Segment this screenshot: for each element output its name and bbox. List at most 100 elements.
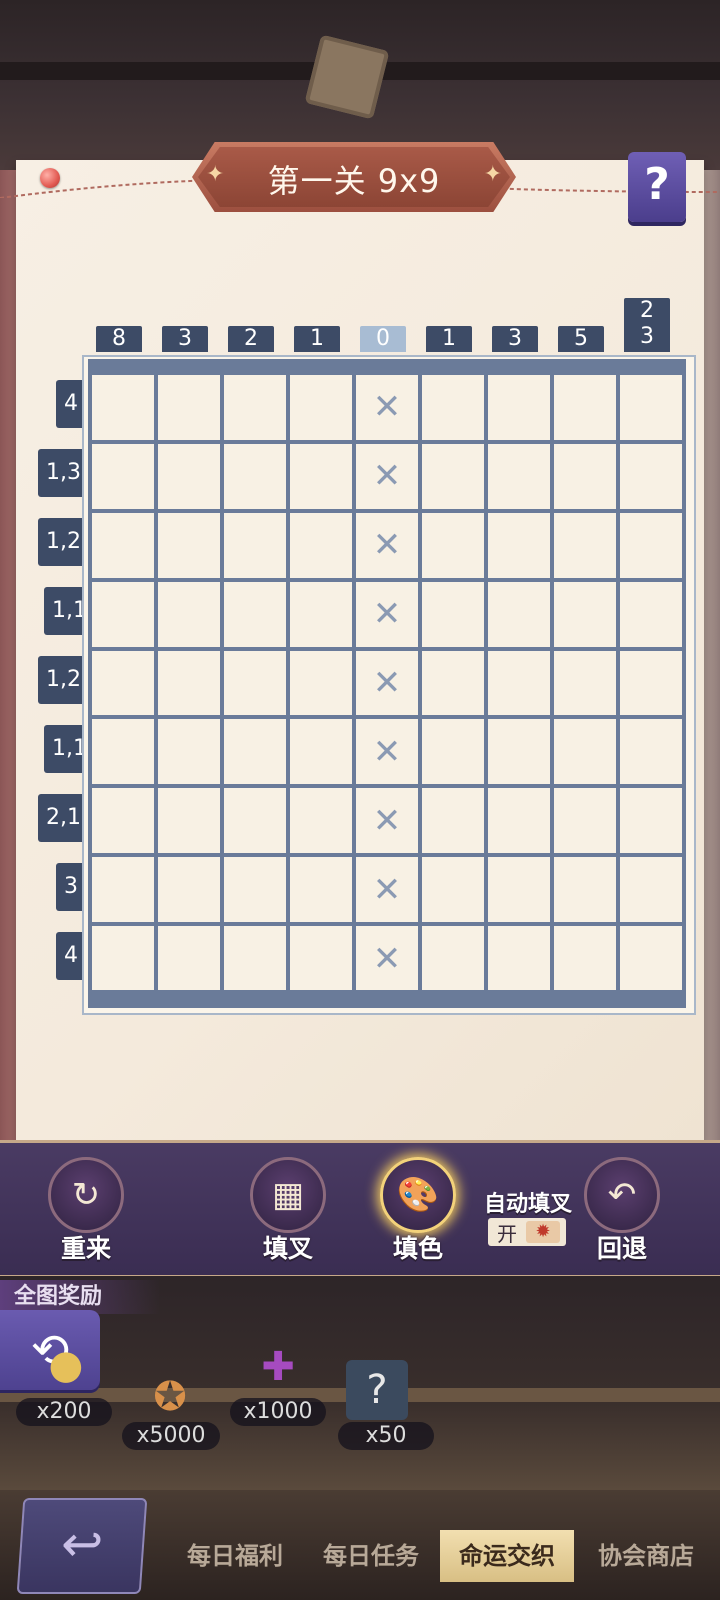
grid-cell[interactable] bbox=[554, 581, 616, 647]
grid-cell[interactable] bbox=[92, 719, 154, 785]
grid-cell[interactable] bbox=[158, 375, 220, 440]
help-button[interactable]: ? bbox=[628, 152, 686, 222]
undo-button[interactable]: ↶ 回退 bbox=[580, 1157, 664, 1265]
grid-cell[interactable] bbox=[620, 443, 682, 509]
grid-cell[interactable] bbox=[422, 719, 484, 785]
grid-cell[interactable] bbox=[290, 926, 352, 991]
grid-cell-crossed[interactable]: ✕ bbox=[356, 719, 418, 785]
grid-cell[interactable] bbox=[488, 719, 550, 785]
grid-cell[interactable] bbox=[620, 719, 682, 785]
cross-icon: ✕ bbox=[372, 594, 402, 635]
grid-cell-crossed[interactable]: ✕ bbox=[356, 375, 418, 440]
grid-cell-crossed[interactable]: ✕ bbox=[356, 581, 418, 647]
grid-cell[interactable] bbox=[554, 650, 616, 716]
grid-cell[interactable] bbox=[488, 443, 550, 509]
grid-cell-crossed[interactable]: ✕ bbox=[356, 926, 418, 991]
grid-cell[interactable] bbox=[290, 375, 352, 440]
grid-cell[interactable] bbox=[620, 857, 682, 923]
grid-cell[interactable] bbox=[224, 650, 286, 716]
grid-cell-crossed[interactable]: ✕ bbox=[356, 857, 418, 923]
grid-cell[interactable] bbox=[422, 443, 484, 509]
tab-daily-welfare[interactable]: 每日福利 bbox=[168, 1530, 302, 1582]
fill-cross-button[interactable]: ▦ 填叉 bbox=[246, 1157, 330, 1265]
cross-icon: ✕ bbox=[372, 662, 402, 703]
auto-cross-toggle[interactable]: 开 ✹ bbox=[488, 1218, 566, 1246]
grid-cell[interactable] bbox=[422, 375, 484, 440]
fill-color-button[interactable]: 🎨 填色 bbox=[376, 1157, 460, 1265]
grid-cell[interactable] bbox=[224, 788, 286, 854]
tab-guild-shop[interactable]: 协会商店 bbox=[576, 1530, 716, 1582]
grid-cell[interactable] bbox=[422, 512, 484, 578]
reward-qty: x200 bbox=[16, 1398, 112, 1426]
grid-cell[interactable] bbox=[92, 375, 154, 440]
grid-cell[interactable] bbox=[92, 788, 154, 854]
grid-cell[interactable] bbox=[92, 926, 154, 991]
grid-cell[interactable] bbox=[554, 512, 616, 578]
grid-cell[interactable] bbox=[158, 719, 220, 785]
back-button[interactable]: ↩ bbox=[16, 1498, 148, 1594]
grid-cell[interactable] bbox=[92, 581, 154, 647]
grid-cell[interactable] bbox=[290, 857, 352, 923]
grid-cell[interactable] bbox=[92, 650, 154, 716]
grid-cell[interactable] bbox=[158, 443, 220, 509]
grid-cell[interactable] bbox=[290, 581, 352, 647]
grid-cell[interactable] bbox=[224, 443, 286, 509]
grid-cell[interactable] bbox=[290, 719, 352, 785]
grid-cell[interactable] bbox=[422, 926, 484, 991]
grid-cell[interactable] bbox=[224, 926, 286, 991]
grid-cell[interactable] bbox=[422, 788, 484, 854]
grid-cell-crossed[interactable]: ✕ bbox=[356, 788, 418, 854]
grid-cell[interactable] bbox=[620, 512, 682, 578]
grid-cell[interactable] bbox=[488, 512, 550, 578]
restart-button[interactable]: ↻ 重来 bbox=[44, 1157, 128, 1265]
grid-cell[interactable] bbox=[158, 581, 220, 647]
grid-cell[interactable] bbox=[620, 650, 682, 716]
grid-cell[interactable] bbox=[158, 926, 220, 991]
grid-cell[interactable] bbox=[158, 650, 220, 716]
grid-cell[interactable] bbox=[554, 719, 616, 785]
column-clue-value: 1 bbox=[442, 326, 456, 351]
grid-cell[interactable] bbox=[92, 857, 154, 923]
grid-cell[interactable] bbox=[554, 857, 616, 923]
grid-cell[interactable] bbox=[92, 512, 154, 578]
grid-cell[interactable] bbox=[488, 581, 550, 647]
cross-icon: ✕ bbox=[372, 800, 402, 841]
grid-cell-crossed[interactable]: ✕ bbox=[356, 650, 418, 716]
grid-cell-crossed[interactable]: ✕ bbox=[356, 512, 418, 578]
grid-cell[interactable] bbox=[620, 926, 682, 991]
grid-cell[interactable] bbox=[422, 650, 484, 716]
grid-cell[interactable] bbox=[620, 375, 682, 440]
grid-cell[interactable] bbox=[92, 443, 154, 509]
grid-cell[interactable] bbox=[488, 375, 550, 440]
cross-grid-icon: ▦ bbox=[250, 1157, 326, 1233]
column-clue-value: 2 bbox=[640, 298, 654, 323]
grid-cell[interactable] bbox=[488, 650, 550, 716]
grid-cell[interactable] bbox=[488, 926, 550, 991]
grid-cell[interactable] bbox=[422, 581, 484, 647]
grid-cell[interactable] bbox=[554, 788, 616, 854]
grid-cell[interactable] bbox=[620, 788, 682, 854]
grid-cell[interactable] bbox=[422, 857, 484, 923]
grid-cell[interactable] bbox=[224, 719, 286, 785]
grid-cell[interactable] bbox=[488, 857, 550, 923]
grid-cell[interactable] bbox=[290, 788, 352, 854]
grid-cell[interactable] bbox=[224, 857, 286, 923]
grid-cell[interactable] bbox=[488, 788, 550, 854]
cross-icon: ✕ bbox=[372, 731, 402, 772]
grid-cell[interactable] bbox=[224, 581, 286, 647]
grid-cell[interactable] bbox=[554, 926, 616, 991]
grid-cell[interactable] bbox=[224, 375, 286, 440]
grid-cell[interactable] bbox=[224, 512, 286, 578]
grid-cell[interactable] bbox=[158, 857, 220, 923]
grid-cell[interactable] bbox=[290, 512, 352, 578]
grid-cell-crossed[interactable]: ✕ bbox=[356, 443, 418, 509]
tab-daily-tasks[interactable]: 每日任务 bbox=[304, 1530, 438, 1582]
grid-cell[interactable] bbox=[620, 581, 682, 647]
grid-cell[interactable] bbox=[158, 512, 220, 578]
grid-cell[interactable] bbox=[554, 375, 616, 440]
grid-cell[interactable] bbox=[158, 788, 220, 854]
grid-cell[interactable] bbox=[554, 443, 616, 509]
tab-fate-intertwine[interactable]: 命运交织 bbox=[440, 1530, 574, 1582]
grid-cell[interactable] bbox=[290, 443, 352, 509]
grid-cell[interactable] bbox=[290, 650, 352, 716]
